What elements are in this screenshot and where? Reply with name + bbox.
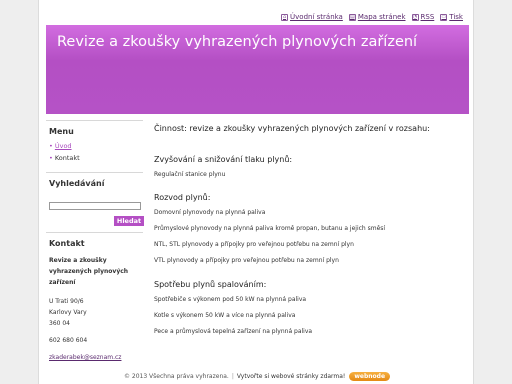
contact-street: U Trati 90/6: [49, 298, 84, 305]
contact-block: Revize a zkoušky vyhrazených plynových z…: [46, 252, 143, 363]
section-distribution: Rozvod plynů: Domovní plynovody na plynn…: [154, 193, 466, 264]
menu-item-kontakt[interactable]: • Kontakt: [49, 154, 143, 162]
list-item: NTL, STL plynovody a přípojky pro veřejn…: [154, 241, 354, 248]
print-link[interactable]: ▭ Tisk: [440, 13, 463, 21]
search-input[interactable]: [49, 201, 141, 210]
rss-link[interactable]: ◔ RSS: [411, 13, 435, 21]
print-link-label: Tisk: [449, 13, 463, 21]
sitemap-link-label: Mapa stránek: [357, 13, 406, 21]
main-menu: • Úvod • Kontakt: [46, 140, 143, 172]
contact-name-line: zařízení: [49, 279, 76, 286]
footer-copyright: © 2013 Všechna práva vyhrazena.: [123, 373, 229, 380]
section-title: Spotřebu plynů spalováním:: [154, 280, 267, 289]
contact-name: Revize a zkoušky vyhrazených plynových z…: [49, 255, 143, 288]
top-links: ⌂ Úvodní stránka ▤ Mapa stránek ◔ RSS ▭ Tisk: [281, 13, 463, 21]
menu-item-uvod-label[interactable]: Úvod: [55, 142, 72, 150]
list-item: Průmyslové plynovody na plynná paliva kr…: [154, 225, 386, 232]
section-combustion: Spotřebu plynů spalováním: Spotřebiče s …: [154, 280, 466, 335]
rss-icon: ◔: [411, 13, 419, 21]
list-item: Domovní plynovody na plynná paliva: [154, 209, 266, 216]
footer-create-site-link[interactable]: Vytvořte si webové stránky zdarma!: [237, 373, 345, 380]
contact-city: Karlovy Vary: [49, 309, 87, 316]
section-list: Spotřebiče s výkonem pod 50 kW na plynná…: [154, 296, 466, 335]
footer-separator: |: [231, 373, 234, 380]
sitemap-link[interactable]: ▤ Mapa stránek: [348, 13, 406, 21]
site-header: Revize a zkoušky vyhrazených plynových z…: [46, 25, 469, 114]
sitemap-icon: ▤: [348, 13, 356, 21]
list-item: Spotřebiče s výkonem pod 50 kW na plynná…: [154, 296, 307, 303]
list-item: VTL plynovody a přípojky pro veřejnou po…: [154, 257, 339, 264]
menu-item-kontakt-label[interactable]: Kontakt: [55, 154, 80, 162]
home-link[interactable]: ⌂ Úvodní stránka: [281, 13, 343, 21]
list-item: Pece a průmyslová tepelná zařízení na pl…: [154, 328, 313, 335]
bullet-icon: •: [49, 154, 53, 162]
section-list: Regulační stanice plynu: [154, 171, 466, 178]
search-heading: Vyhledávání: [46, 172, 143, 192]
contact-zip: 360 04: [49, 320, 70, 327]
section-pressure: Zvyšování a snižování tlaku plynů: Regul…: [154, 155, 466, 178]
section-title: Rozvod plynů:: [154, 193, 211, 202]
contact-address: U Trati 90/6 Karlovy Vary 360 04: [49, 296, 143, 329]
home-link-label: Úvodní stránka: [290, 13, 343, 21]
list-item: Regulační stanice plynu: [154, 171, 226, 178]
menu-heading: Menu: [46, 120, 143, 140]
contact-email-link[interactable]: zkaderabek@seznam.cz: [49, 352, 143, 363]
search-button[interactable]: Hledat: [114, 216, 144, 226]
search-box: Hledat: [46, 192, 144, 232]
bullet-icon: •: [49, 142, 53, 150]
rss-link-label: RSS: [420, 13, 435, 21]
intro-heading: Činnost: revize a zkoušky vyhrazených pl…: [154, 124, 430, 133]
contact-heading: Kontakt: [46, 232, 143, 252]
site-title[interactable]: Revize a zkoušky vyhrazených plynových z…: [57, 34, 417, 50]
section-list: Domovní plynovody na plynná paliva Průmy…: [154, 209, 466, 264]
main-content: Činnost: revize a zkoušky vyhrazených pl…: [154, 124, 466, 344]
site-footer: © 2013 Všechna práva vyhrazena. | Vytvořte…: [39, 372, 475, 381]
page-container: ⌂ Úvodní stránka ▤ Mapa stránek ◔ RSS ▭ Tisk…: [38, 0, 474, 384]
menu-item-uvod[interactable]: • Úvod: [49, 142, 143, 150]
list-item: Kotle s výkonem 50 kW a více na plynná p…: [154, 312, 296, 319]
print-icon: ▭: [440, 13, 448, 21]
sidebar: Menu • Úvod • Kontakt Vyhledávání Hledat K…: [46, 120, 144, 363]
contact-name-line: Revize a zkoušky: [49, 257, 107, 264]
webnode-logo[interactable]: webnode: [349, 372, 391, 381]
section-title: Zvyšování a snižování tlaku plynů:: [154, 155, 293, 164]
contact-phone: 602 680 604: [49, 337, 88, 344]
contact-name-line: vyhrazených plynových: [49, 268, 129, 275]
home-icon: ⌂: [281, 13, 289, 21]
